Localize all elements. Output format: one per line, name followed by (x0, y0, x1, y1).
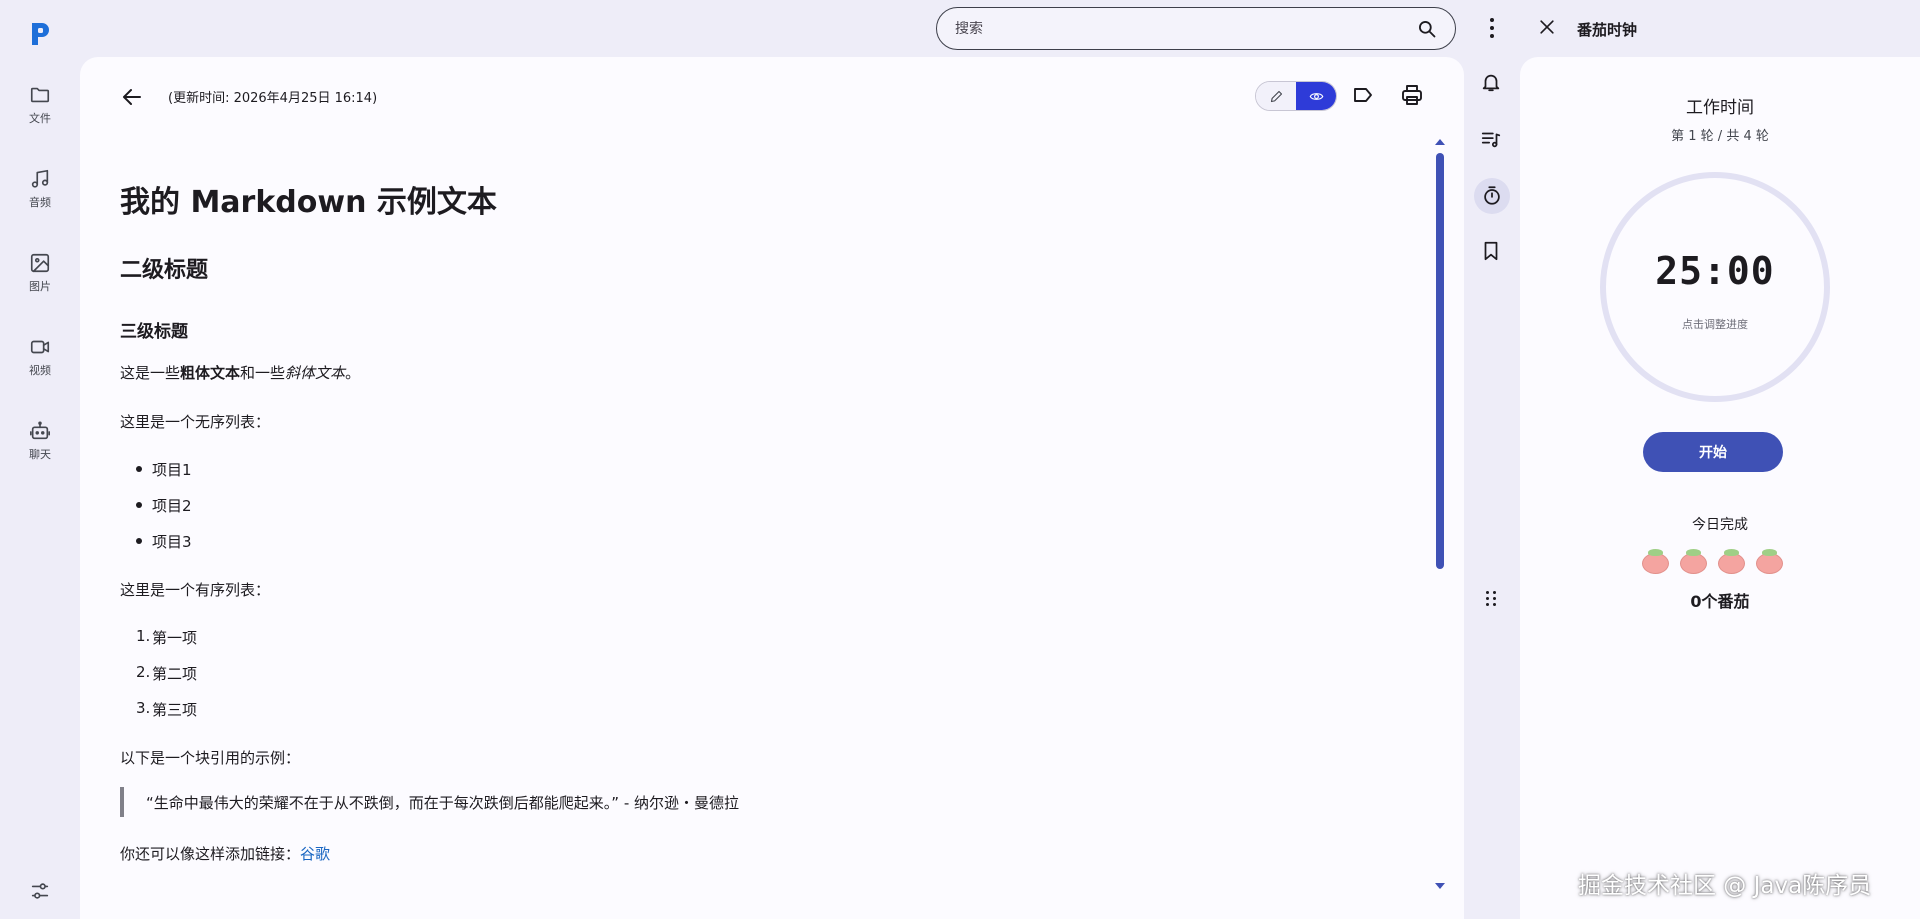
mode-toggle (1255, 81, 1337, 111)
editor-card: (更新时间: 2026年4月25日 16:14) 我的 Markdown 示例文… (80, 57, 1464, 919)
list-item: 项目2 (136, 495, 192, 516)
link-paragraph: 你还可以像这样添加链接：谷歌 (120, 845, 331, 863)
updated-timestamp: (更新时间: 2026年4月25日 16:14) (168, 91, 378, 106)
italic-text: 斜体文本 (285, 364, 346, 382)
back-button[interactable] (120, 85, 144, 109)
folder-icon (30, 87, 50, 103)
google-link[interactable]: 谷歌 (300, 845, 330, 863)
navigation-rail: 文件 音频 图片 视频 聊天 (0, 0, 80, 919)
unordered-list-intro: 这里是一个无序列表： (120, 413, 271, 431)
tomato-icon (1641, 548, 1670, 574)
panel-title: 番茄时钟 (1577, 21, 1638, 39)
eye-icon (1309, 92, 1323, 100)
rail-item-label: 文件 (29, 112, 51, 125)
search-input[interactable] (955, 20, 1417, 37)
bookmark-icon (1484, 241, 1498, 261)
watermark: 掘金技术社区 @ Java陈序员 (1578, 873, 1872, 899)
tune-icon (31, 883, 49, 899)
close-panel-button[interactable] (1537, 17, 1559, 39)
label-icon (1354, 88, 1372, 102)
rail-item-label: 聊天 (29, 448, 51, 461)
printer-icon (1402, 85, 1422, 105)
ordered-list-item: 3. 第三项 (136, 699, 198, 719)
scrollbar-thumb[interactable] (1436, 153, 1444, 569)
timer-icon (1484, 186, 1500, 205)
edit-mode-button[interactable] (1256, 82, 1296, 110)
rail-item-label: 音频 (29, 196, 51, 209)
video-icon (30, 340, 50, 354)
robot-icon (30, 421, 50, 440)
scroll-down-arrow[interactable] (1435, 883, 1445, 889)
resize-handle[interactable] (1486, 591, 1498, 606)
heading-1: 我的 Markdown 示例文本 (120, 185, 497, 220)
timer-hint: 点击调整进度 (1682, 318, 1748, 331)
start-button[interactable]: 开始 (1643, 432, 1783, 472)
tomato-icon (1679, 548, 1708, 574)
timer-dial[interactable]: 25:00 点击调整进度 (1600, 172, 1830, 402)
pomodoro-panel: 工作时间 第 1 轮 / 共 4 轮 25:00 点击调整进度 开始 今日完成 … (1520, 57, 1920, 919)
playlist-button[interactable] (1480, 128, 1504, 152)
blockquote-intro: 以下是一个块引用的示例： (120, 749, 301, 767)
ordered-list-item: 1. 第一项 (136, 627, 198, 647)
more-options-button[interactable] (1480, 14, 1504, 42)
notifications-button[interactable] (1480, 71, 1504, 95)
list-item: 项目3 (136, 531, 192, 552)
music-note-icon (31, 169, 49, 188)
pomodoro-timer-button[interactable] (1474, 178, 1510, 214)
playlist-music-icon (1481, 132, 1501, 148)
tomato-count: 0个番茄 (1690, 592, 1750, 611)
rail-item-images[interactable]: 图片 (0, 252, 80, 316)
tomato-row (1641, 548, 1787, 574)
settings-button[interactable] (29, 880, 51, 902)
image-icon (30, 253, 50, 273)
close-icon (1540, 20, 1554, 34)
ordered-list-intro: 这里是一个有序列表： (120, 581, 271, 599)
preview-mode-button[interactable] (1296, 82, 1336, 110)
search-icon[interactable] (1417, 19, 1437, 39)
heading-3: 三级标题 (120, 322, 188, 342)
blockquote: “生命中最伟大的荣耀不在于从不跌倒，而在于每次跌倒后都能爬起来。” - 纳尔逊・… (120, 787, 739, 817)
tomato-icon (1717, 548, 1746, 574)
ordered-list-item: 2. 第二项 (136, 663, 198, 683)
rail-item-files[interactable]: 文件 (0, 84, 80, 148)
list-item: 项目1 (136, 459, 192, 480)
tomato-icon (1755, 548, 1784, 574)
timer-display: 25:00 (1655, 249, 1775, 293)
pencil-icon (1270, 90, 1282, 102)
arrow-left-icon (123, 89, 141, 105)
rail-item-audio[interactable]: 音频 (0, 168, 80, 232)
app-logo[interactable] (28, 20, 52, 48)
search-bar[interactable] (936, 7, 1456, 50)
bold-text: 粗体文本 (180, 364, 241, 382)
heading-2: 二级标题 (120, 258, 209, 283)
rail-item-chat[interactable]: 聊天 (0, 420, 80, 484)
rail-item-label: 图片 (29, 280, 51, 293)
rail-item-video[interactable]: 视频 (0, 336, 80, 400)
print-button[interactable] (1400, 83, 1424, 107)
bookmarks-button[interactable] (1480, 240, 1504, 264)
phase-label: 工作时间 (1686, 98, 1754, 118)
label-button[interactable] (1351, 83, 1375, 107)
bell-icon (1482, 74, 1500, 92)
today-completed-label: 今日完成 (1692, 517, 1748, 533)
paragraph-formatting: 这是一些粗体文本和一些斜体文本。 (120, 364, 361, 382)
rail-item-label: 视频 (29, 364, 51, 377)
round-counter: 第 1 轮 / 共 4 轮 (1671, 129, 1769, 144)
scroll-up-arrow[interactable] (1435, 139, 1445, 145)
